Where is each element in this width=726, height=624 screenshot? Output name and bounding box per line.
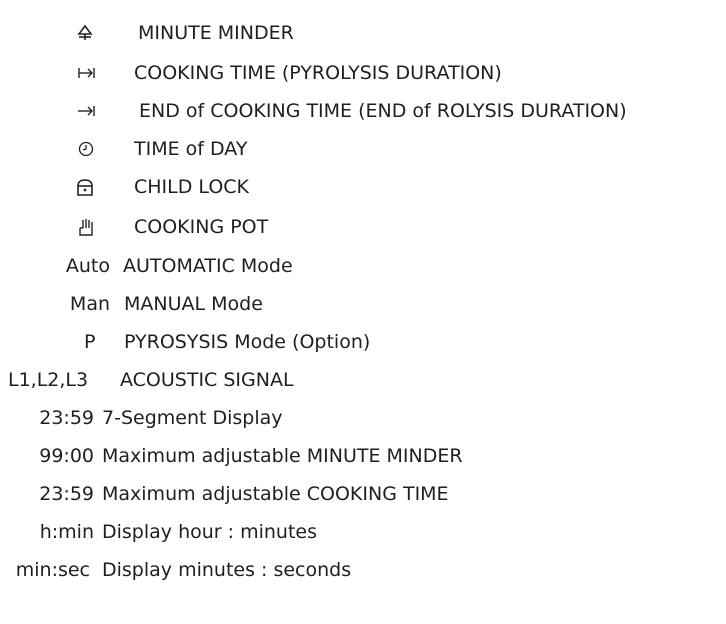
legend-key: L1,L2,L3 [8, 369, 89, 391]
legend-key: P [84, 331, 96, 353]
arrow-to-bar-icon [76, 58, 96, 88]
legend-row-max-minute-minder: 99:00 Maximum adjustable MINUTE MINDER [0, 441, 726, 471]
legend-label: END of COOKING TIME (END of ROLYSIS DURA… [139, 100, 627, 122]
legend-label: Display minutes : seconds [102, 559, 352, 581]
legend-row-7-segment: 23:59 7-Segment Display [0, 403, 726, 433]
legend-label: Display hour : minutes [102, 521, 317, 543]
hand-icon [76, 212, 96, 242]
legend-label: MINUTE MINDER [138, 22, 294, 44]
legend-row-cooking-pot: COOKING POT [0, 212, 726, 242]
legend-row-end-cooking-time: END of COOKING TIME (END of ROLYSIS DURA… [0, 96, 726, 126]
legend-label: COOKING POT [134, 216, 269, 238]
legend-label: Maximum adjustable COOKING TIME [102, 483, 449, 505]
legend-key: min:sec [15, 559, 90, 581]
legend-row-hour-minutes: h:min Display hour : minutes [0, 517, 726, 547]
legend-label: PYROSYSIS Mode (Option) [124, 331, 371, 353]
legend-label: TIME of DAY [134, 138, 248, 160]
legend-key: Auto [65, 255, 110, 277]
legend-row-automatic: Auto AUTOMATIC Mode [0, 251, 726, 281]
legend-row-child-lock: CHILD LOCK [0, 172, 726, 202]
legend-row-minutes-seconds: min:sec Display minutes : seconds [0, 555, 726, 585]
bell-icon [74, 18, 96, 48]
legend-key: h:min [39, 521, 94, 543]
legend-row-max-cooking-time: 23:59 Maximum adjustable COOKING TIME [0, 479, 726, 509]
legend-label: AUTOMATIC Mode [123, 255, 293, 277]
legend-row-cooking-time: COOKING TIME (PYROLYSIS DURATION) [0, 58, 726, 88]
legend-row-acoustic-signal: L1,L2,L3 ACOUSTIC SIGNAL [0, 365, 726, 395]
arrow-right-bar-icon [76, 96, 96, 126]
legend-row-time-of-day: TIME of DAY [0, 134, 726, 164]
legend-label: COOKING TIME (PYROLYSIS DURATION) [134, 62, 502, 84]
legend-row-minute-minder: MINUTE MINDER [0, 18, 726, 48]
clock-icon [76, 134, 96, 164]
legend-label: 7-Segment Display [102, 407, 283, 429]
legend-label: ACOUSTIC SIGNAL [120, 369, 294, 391]
legend-label: MANUAL Mode [124, 293, 263, 315]
legend-key: Man [69, 293, 110, 315]
legend-label: Maximum adjustable MINUTE MINDER [102, 445, 463, 467]
legend-row-manual: Man MANUAL Mode [0, 289, 726, 319]
legend-label: CHILD LOCK [134, 176, 250, 198]
legend-key: 23:59 [39, 483, 94, 505]
lock-icon [74, 172, 96, 202]
legend-key: 23:59 [39, 407, 94, 429]
legend-key: 99:00 [39, 445, 94, 467]
legend-row-pyrolysis: P PYROSYSIS Mode (Option) [0, 327, 726, 357]
